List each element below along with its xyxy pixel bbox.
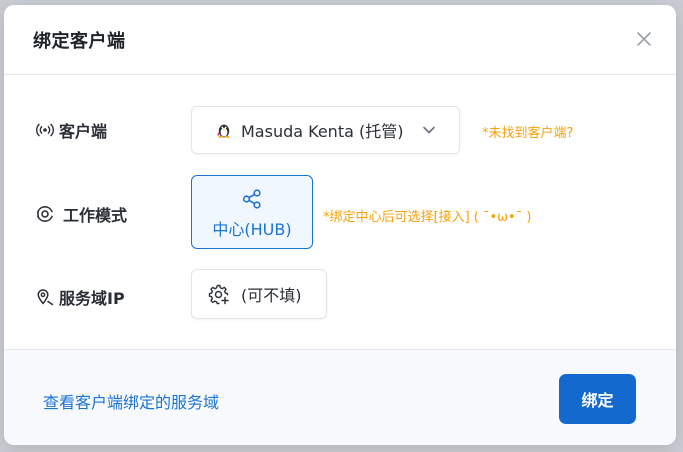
gear-plus-icon bbox=[208, 283, 230, 305]
client-row-label: 客户端 bbox=[35, 118, 107, 142]
client-label: 客户端 bbox=[59, 122, 108, 141]
dialog-title: 绑定客户端 bbox=[33, 31, 126, 52]
work-mode-hint: *绑定中心后可选择[接入] ( ˉ•ω•ˉ ) bbox=[323, 210, 532, 225]
mode-option-label: 中心(HUB) bbox=[212, 220, 292, 239]
penguin-icon bbox=[215, 121, 233, 139]
location-pin-icon bbox=[35, 287, 55, 307]
close-icon[interactable] bbox=[634, 29, 654, 49]
client-select[interactable]: Masuda Kenta (托管) bbox=[191, 106, 460, 154]
view-bound-domains-link[interactable]: 查看客户端绑定的服务域 bbox=[43, 389, 219, 413]
bind-button[interactable]: 绑定 bbox=[559, 374, 636, 424]
radio-signal-icon bbox=[35, 120, 55, 140]
work-mode-row-label: 工作模式 bbox=[35, 202, 127, 226]
share-nodes-icon bbox=[241, 188, 263, 210]
dialog-header: 绑定客户端 bbox=[4, 5, 676, 75]
dialog-body: 客户端 Masuda Kenta (托管) *未找到客户端? 工作模式 中心(H… bbox=[4, 75, 676, 349]
service-domain-button[interactable]: (可不填) bbox=[191, 269, 327, 319]
dialog-footer: 查看客户端绑定的服务域 绑定 bbox=[4, 349, 676, 445]
client-select-value: Masuda Kenta (托管) bbox=[241, 122, 404, 141]
work-mode-label: 工作模式 bbox=[63, 206, 128, 225]
service-domain-label: 服务域IP bbox=[59, 289, 125, 308]
service-domain-button-label: (可不填) bbox=[241, 286, 302, 305]
chevron-down-icon bbox=[421, 122, 437, 138]
service-domain-row-label: 服务域IP bbox=[35, 285, 125, 309]
bind-client-dialog: 绑定客户端 客户端 Masuda Kenta (托管) *未找到客户端? 工作模… bbox=[4, 5, 676, 445]
mode-option-hub[interactable]: 中心(HUB) bbox=[191, 175, 313, 249]
eye-target-icon bbox=[35, 204, 55, 224]
client-not-found-hint[interactable]: *未找到客户端? bbox=[482, 122, 573, 141]
